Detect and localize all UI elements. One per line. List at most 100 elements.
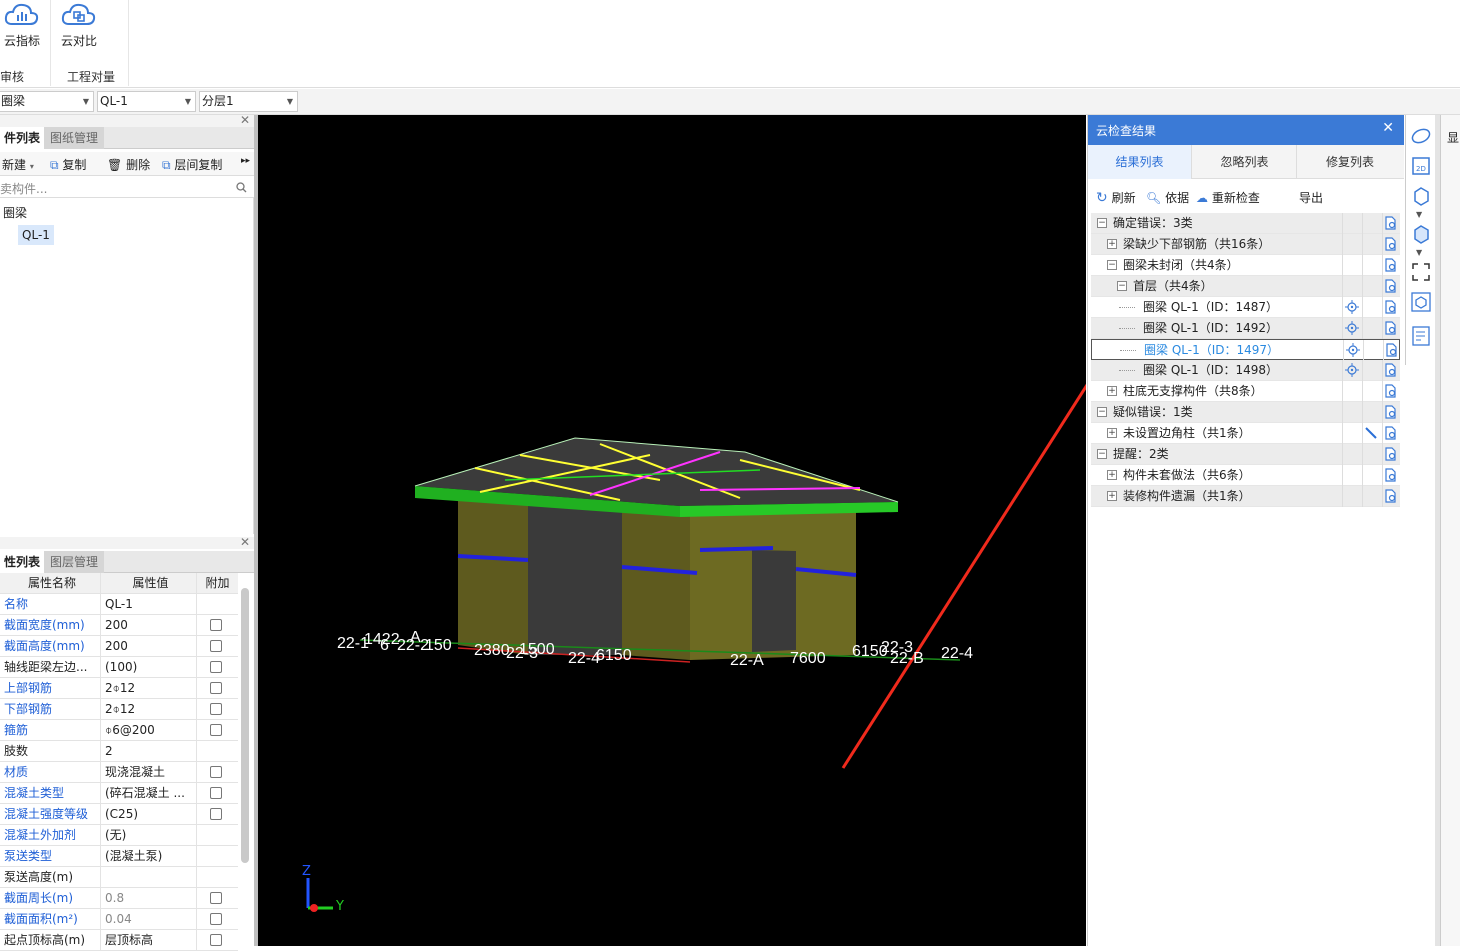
- property-value[interactable]: (混凝土泵): [101, 846, 197, 867]
- cloud-index-button[interactable]: 云指标: [0, 0, 50, 56]
- collapse-icon[interactable]: −: [1107, 260, 1117, 270]
- component-type-select[interactable]: 圈梁 ▼: [0, 91, 94, 112]
- cloud-compare-button[interactable]: 云对比: [51, 0, 107, 56]
- component-select[interactable]: QL-1 ▼: [97, 91, 196, 112]
- property-value[interactable]: 2⌽12: [101, 699, 197, 720]
- property-scrollbar[interactable]: [241, 588, 249, 863]
- tab-repair-list[interactable]: 修复列表: [1298, 145, 1402, 179]
- extra-checkbox[interactable]: [210, 913, 222, 925]
- basis-button[interactable]: 🔍︎ 依据: [1146, 189, 1189, 206]
- collapse-icon[interactable]: −: [1097, 407, 1107, 417]
- locate-icon[interactable]: [1345, 300, 1359, 320]
- result-group[interactable]: + 装修构件遗漏（共1条）: [1091, 486, 1400, 507]
- list-settings-icon[interactable]: [1410, 325, 1432, 347]
- property-value[interactable]: 2⌽12: [101, 678, 197, 699]
- property-row[interactable]: 混凝土外加剂 (无): [0, 825, 238, 846]
- result-group[interactable]: + 未设置边角柱（共1条）: [1091, 423, 1400, 444]
- copy-button[interactable]: ⧉ 复制: [50, 156, 86, 173]
- refresh-button[interactable]: ↻ 刷新: [1096, 189, 1136, 206]
- recheck-button[interactable]: ☁ 重新检查: [1196, 189, 1260, 206]
- result-group[interactable]: − 圈梁未封闭（共4条）: [1091, 255, 1400, 276]
- property-row[interactable]: 截面宽度(mm) 200: [0, 615, 238, 636]
- component-search[interactable]: 卖构件...: [0, 177, 254, 198]
- property-value[interactable]: (无): [101, 825, 197, 846]
- expand-icon[interactable]: +: [1107, 470, 1117, 480]
- property-row[interactable]: 截面高度(mm) 200: [0, 636, 238, 657]
- expand-icon[interactable]: +: [1107, 428, 1117, 438]
- property-row[interactable]: 截面周长(m) 0.8: [0, 888, 238, 909]
- 3d-building-scene[interactable]: [258, 115, 1086, 946]
- property-row[interactable]: 下部钢筋 2⌽12: [0, 699, 238, 720]
- close-icon[interactable]: ✕: [1382, 120, 1394, 136]
- tab-component-list[interactable]: 件列表: [0, 127, 47, 149]
- fix-icon[interactable]: [1364, 426, 1378, 446]
- result-group[interactable]: − 提醒：2类: [1091, 444, 1400, 465]
- view-2d-icon[interactable]: 2D: [1410, 155, 1432, 177]
- chevron-down-icon[interactable]: ▼: [1416, 210, 1422, 219]
- fit-view-icon[interactable]: [1410, 261, 1432, 283]
- collapse-icon[interactable]: −: [1097, 218, 1107, 228]
- report-icon[interactable]: [1384, 258, 1397, 278]
- property-value[interactable]: (100): [101, 657, 197, 678]
- export-button[interactable]: 导出: [1299, 189, 1323, 206]
- property-row[interactable]: 箍筋 ⌽6@200: [0, 720, 238, 741]
- extra-checkbox[interactable]: [210, 787, 222, 799]
- result-item[interactable]: 圈梁 QL-1（ID：1492）: [1091, 318, 1400, 339]
- floor-copy-button[interactable]: ⧉ 层间复制: [162, 156, 222, 173]
- property-value[interactable]: 0.8: [101, 888, 197, 909]
- result-group[interactable]: − 首层（共4条）: [1091, 276, 1400, 297]
- property-row[interactable]: 泵送高度(m): [0, 867, 238, 888]
- report-icon[interactable]: [1384, 405, 1397, 425]
- locate-icon[interactable]: [1345, 363, 1359, 383]
- box-view-icon[interactable]: [1410, 291, 1432, 313]
- property-row[interactable]: 材质 现浇混凝土: [0, 762, 238, 783]
- result-group[interactable]: + 梁缺少下部钢筋（共16条）: [1091, 234, 1400, 255]
- close-icon[interactable]: ✕: [240, 535, 250, 549]
- result-item[interactable]: 圈梁 QL-1（ID：1497）: [1091, 339, 1400, 361]
- property-row[interactable]: 名称 QL-1: [0, 594, 238, 615]
- chevron-down-icon[interactable]: ▼: [1416, 248, 1422, 257]
- 3d-viewport[interactable]: 22-1 1422 A 6 22-2 150 2380 22-3 1500 22-4 6150 22-…: [258, 115, 1086, 946]
- tab-result-list[interactable]: 结果列表: [1088, 145, 1192, 179]
- property-row[interactable]: 泵送类型 (混凝土泵): [0, 846, 238, 867]
- tab-layer-manage[interactable]: 图层管理: [44, 551, 105, 573]
- extra-checkbox[interactable]: [210, 682, 222, 694]
- property-row[interactable]: 轴线距梁左边... (100): [0, 657, 238, 678]
- collapse-icon[interactable]: −: [1097, 449, 1107, 459]
- property-value[interactable]: (碎石混凝土 ...: [101, 783, 197, 804]
- property-value[interactable]: 200: [101, 615, 197, 636]
- extra-checkbox[interactable]: [210, 703, 222, 715]
- expand-icon[interactable]: +: [1107, 239, 1117, 249]
- tree-item-ql1[interactable]: QL-1: [18, 225, 54, 245]
- property-value[interactable]: ⌽6@200: [101, 720, 197, 741]
- extra-checkbox[interactable]: [210, 661, 222, 673]
- result-group[interactable]: − 确定错误：3类: [1091, 213, 1400, 234]
- delete-button[interactable]: 🗑︎ 删除: [107, 156, 150, 173]
- extra-checkbox[interactable]: [210, 619, 222, 631]
- property-row[interactable]: 混凝土类型 (碎石混凝土 ...: [0, 783, 238, 804]
- layer-select[interactable]: 分层1 ▼: [199, 91, 298, 112]
- result-group[interactable]: − 疑似错误：1类: [1091, 402, 1400, 423]
- result-item[interactable]: 圈梁 QL-1（ID：1498）: [1091, 360, 1400, 381]
- property-value[interactable]: 0.04: [101, 909, 197, 930]
- report-icon[interactable]: [1384, 384, 1397, 404]
- property-row[interactable]: 肢数 2: [0, 741, 238, 762]
- locate-icon[interactable]: [1345, 321, 1359, 341]
- extra-checkbox[interactable]: [210, 808, 222, 820]
- report-icon[interactable]: [1384, 321, 1397, 341]
- more-icon[interactable]: ▸▸: [241, 156, 250, 166]
- tab-drawing-manage[interactable]: 图纸管理: [44, 127, 105, 149]
- property-value[interactable]: 现浇混凝土: [101, 762, 197, 783]
- property-value[interactable]: 2: [101, 741, 197, 762]
- report-icon[interactable]: [1384, 468, 1397, 488]
- extra-checkbox[interactable]: [210, 640, 222, 652]
- cube-icon[interactable]: [1410, 185, 1432, 207]
- report-icon[interactable]: [1384, 237, 1397, 257]
- orbit-icon[interactable]: [1410, 125, 1432, 147]
- search-icon[interactable]: [236, 182, 247, 193]
- tab-property-list[interactable]: 性列表: [0, 551, 47, 573]
- property-value[interactable]: [101, 867, 197, 888]
- property-row[interactable]: 起点顶标高(m) 层顶标高: [0, 930, 238, 951]
- report-icon[interactable]: [1384, 489, 1397, 509]
- property-value[interactable]: 层顶标高: [101, 930, 197, 951]
